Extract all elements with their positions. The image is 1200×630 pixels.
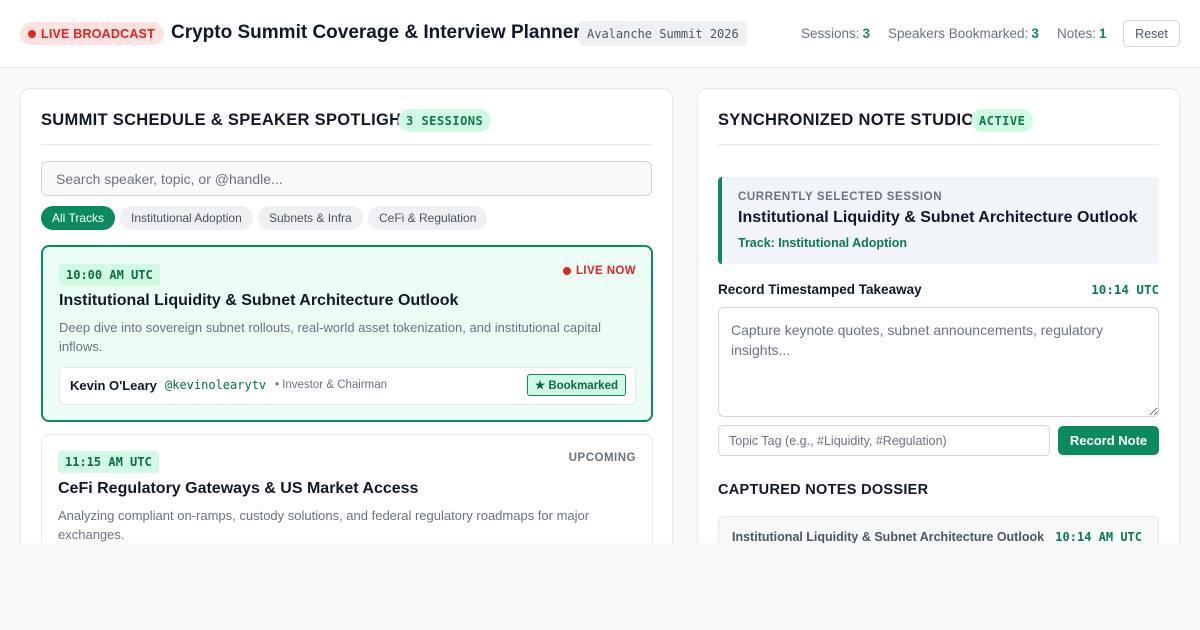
speaker-name: Kevin O'Leary <box>70 378 157 393</box>
captured-note-time: 10:14 AM UTC <box>1055 530 1142 544</box>
schedule-panel-header: SUMMIT SCHEDULE & SPEAKER SPOTLIGHT 3 SE… <box>41 109 652 145</box>
live-now-status: LIVE NOW <box>562 265 636 277</box>
stat-notes-value: 1 <box>1099 26 1107 41</box>
session-time-badge: 10:00 AM UTC <box>59 264 160 286</box>
viewport-bottom-area <box>0 543 1200 630</box>
selected-session-box: CURRENTLY SELECTED SESSION Institutional… <box>718 177 1159 264</box>
live-dot-icon <box>28 29 36 38</box>
stat-sessions-label: Sessions: <box>801 26 860 41</box>
record-takeaway-label: Record Timestamped Takeaway <box>718 282 922 297</box>
reset-button[interactable]: Reset <box>1123 20 1180 47</box>
stat-sessions: Sessions: 3 <box>801 26 870 41</box>
session-description: Analyzing compliant on-ramps, custody so… <box>58 508 590 542</box>
filter-chip-institutional-adoption[interactable]: Institutional Adoption <box>120 206 253 230</box>
active-badge: ACTIVE <box>971 109 1034 132</box>
live-dot-icon <box>562 267 571 275</box>
session-time-badge: 11:15 AM UTC <box>58 451 159 473</box>
note-studio-title: SYNCHRONIZED NOTE STUDIO <box>718 111 975 129</box>
stat-notes-label: Notes: <box>1057 26 1097 41</box>
event-tag: Avalanche Summit 2026 <box>579 21 747 46</box>
stat-speakers-value: 3 <box>1031 26 1039 41</box>
stat-speakers-label: Speakers Bookmarked: <box>888 26 1029 41</box>
captured-note-session: Institutional Liquidity & Subnet Archite… <box>732 530 1045 544</box>
session-description: Deep dive into sovereign subnet rollouts… <box>59 320 601 354</box>
note-studio-header: SYNCHRONIZED NOTE STUDIO ACTIVE <box>718 109 1159 145</box>
schedule-panel: SUMMIT SCHEDULE & SPEAKER SPOTLIGHT 3 SE… <box>20 88 673 588</box>
app-title: Crypto Summit Coverage & Interview Plann… <box>171 22 581 43</box>
selected-session-track: Track: Institutional Adoption <box>738 236 907 250</box>
filter-chip-all-tracks[interactable]: All Tracks <box>41 206 116 230</box>
session-card-live[interactable]: 10:00 AM UTC LIVE NOW Institutional Liqu… <box>41 245 653 422</box>
selected-session-title: Institutional Liquidity & Subnet Archite… <box>738 209 1138 226</box>
live-now-label: LIVE NOW <box>575 265 636 277</box>
upcoming-status: UPCOMING <box>568 452 636 464</box>
record-note-button[interactable]: Record Note <box>1058 426 1159 455</box>
stat-sessions-value: 3 <box>862 26 871 41</box>
session-title: Institutional Liquidity & Subnet Archite… <box>59 292 459 309</box>
bookmark-button[interactable]: ★ Bookmarked <box>526 374 626 396</box>
note-textarea[interactable] <box>718 307 1159 417</box>
search-input[interactable] <box>41 161 652 196</box>
topic-tag-input[interactable] <box>718 425 1050 456</box>
speaker-role: • Investor & Chairman <box>275 379 388 391</box>
record-timestamp: 10:14 UTC <box>1091 282 1159 297</box>
live-broadcast-badge: LIVE BROADCAST <box>20 22 164 45</box>
filter-chip-subnets-infra[interactable]: Subnets & Infra <box>258 206 363 230</box>
top-header: LIVE BROADCAST Crypto Summit Coverage & … <box>0 0 1200 68</box>
speaker-row: Kevin O'Leary @kevinolearytv • Investor … <box>59 367 636 405</box>
sessions-count-badge: 3 SESSIONS <box>398 109 492 132</box>
stat-notes: Notes: 1 <box>1057 26 1107 41</box>
speaker-handle[interactable]: @kevinolearytv <box>165 378 266 392</box>
dossier-title: CAPTURED NOTES DOSSIER <box>718 482 929 498</box>
selected-session-label: CURRENTLY SELECTED SESSION <box>738 191 943 203</box>
live-broadcast-label: LIVE BROADCAST <box>41 26 155 41</box>
session-title: CeFi Regulatory Gateways & US Market Acc… <box>58 480 419 497</box>
stat-speakers-bookmarked: Speakers Bookmarked: 3 <box>888 26 1039 41</box>
note-studio-panel: SYNCHRONIZED NOTE STUDIO ACTIVE CURRENTL… <box>697 88 1180 588</box>
filter-chip-cefi-regulation[interactable]: CeFi & Regulation <box>368 206 488 230</box>
schedule-panel-title: SUMMIT SCHEDULE & SPEAKER SPOTLIGHT <box>41 111 412 129</box>
